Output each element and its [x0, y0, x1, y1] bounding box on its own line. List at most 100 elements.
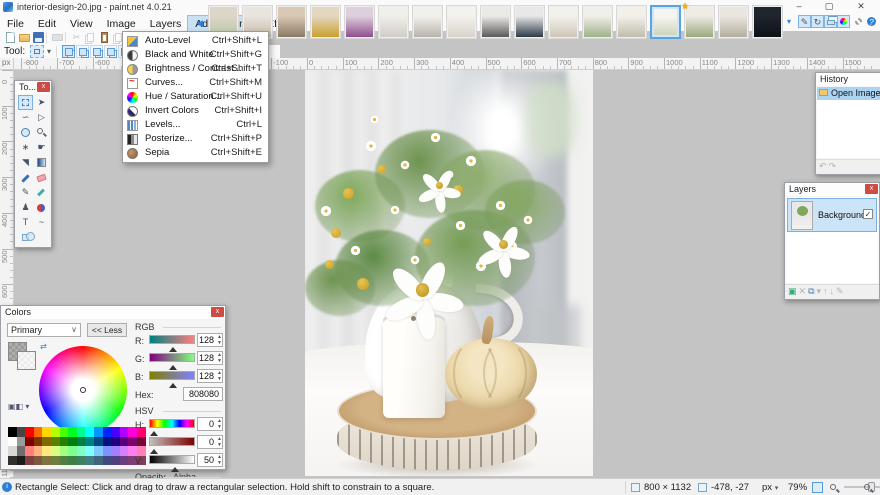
palette-swatch[interactable] [8, 427, 17, 437]
tool-paint-bucket[interactable]: ◥ [18, 155, 33, 170]
hex-value[interactable]: 808080 [183, 387, 223, 401]
palette-swatch[interactable] [68, 456, 77, 466]
tool-text[interactable]: T [18, 215, 33, 230]
redo-icon[interactable]: ↷ [829, 161, 839, 171]
palette-swatch[interactable] [103, 456, 112, 466]
maximize-button[interactable]: ▢ [818, 0, 840, 13]
palette-swatch[interactable] [103, 446, 112, 456]
cut-button[interactable]: ✂ [70, 31, 83, 44]
palette-swatch[interactable] [120, 456, 129, 466]
copy-button[interactable] [84, 31, 97, 44]
palette-swatch[interactable] [17, 437, 26, 447]
palette-swatch[interactable] [60, 446, 69, 456]
palette-swatch[interactable] [111, 437, 120, 447]
history-window-title[interactable]: History [816, 73, 880, 86]
tool-gradient[interactable] [34, 155, 49, 170]
colors-toggle-button[interactable] [837, 15, 850, 28]
palette-swatch[interactable] [8, 437, 17, 447]
undo-icon[interactable]: ↶ [819, 161, 829, 171]
image-thumbnail[interactable] [378, 5, 409, 39]
current-tool-button[interactable] [30, 45, 44, 58]
layer-row-background[interactable]: Background✓ [787, 198, 877, 232]
image-thumbnail[interactable] [344, 5, 375, 39]
palette-swatch[interactable] [34, 456, 43, 466]
layers-close-icon[interactable]: x [865, 184, 878, 194]
color-target-select[interactable]: Primary∨ [7, 323, 81, 337]
zoom-in-icon[interactable] [864, 484, 870, 490]
selection-mode-replace[interactable] [62, 45, 75, 58]
palette-swatch[interactable] [34, 446, 43, 456]
palette-swatch[interactable] [103, 437, 112, 447]
tool-color-picker[interactable] [34, 185, 49, 200]
palette-swatch[interactable] [51, 427, 60, 437]
image-thumbnail[interactable] [616, 5, 647, 39]
less-button[interactable]: << Less [87, 323, 127, 337]
tool-magic-wand[interactable]: ∗ [18, 140, 33, 155]
palette-swatch[interactable] [94, 446, 103, 456]
palette-swatch[interactable] [17, 456, 26, 466]
palette-swatch[interactable] [8, 446, 17, 456]
palette-swatch[interactable] [25, 437, 34, 447]
palette-swatch[interactable] [42, 446, 51, 456]
spinner-icon[interactable]: ▲▼ [217, 454, 222, 466]
color-wheel[interactable] [39, 346, 127, 434]
colors-window-title[interactable]: Colors [1, 306, 225, 319]
minimize-button[interactable]: – [788, 0, 810, 13]
pin-toolbar-icon[interactable]: ▾ [787, 17, 791, 26]
selection-mode-add[interactable] [76, 45, 89, 58]
palette-swatch[interactable] [51, 437, 60, 447]
image-thumbnail[interactable] [276, 5, 307, 39]
tool-ellipse-select[interactable] [18, 125, 33, 140]
tool-shapes[interactable] [18, 230, 49, 245]
tool-move-selected-pixels[interactable]: ➤ [34, 95, 49, 110]
image-thumbnail[interactable] [514, 5, 545, 39]
palette-swatch[interactable] [111, 427, 120, 437]
palette-swatch[interactable] [103, 427, 112, 437]
open-button[interactable] [18, 31, 31, 44]
save-button[interactable] [32, 31, 45, 44]
menu-item-levels[interactable]: Levels...Ctrl+L [123, 118, 268, 132]
spinner-icon[interactable]: ▲▼ [217, 370, 222, 382]
colors-close-icon[interactable]: x [211, 307, 224, 317]
image-thumbnail[interactable] [412, 5, 443, 39]
palette-swatch[interactable] [60, 456, 69, 466]
tool-lasso-select[interactable]: ∽ [18, 110, 33, 125]
palette-swatch[interactable] [85, 437, 94, 447]
spinner-icon[interactable]: ▲▼ [217, 418, 222, 430]
menu-item-hue-saturation[interactable]: Hue / Saturation...Ctrl+Shift+U [123, 90, 268, 104]
image-thumbnail[interactable] [310, 5, 341, 39]
delete-layer-icon[interactable]: ✕ [799, 286, 809, 296]
palette-swatch[interactable] [94, 437, 103, 447]
palette-swatch[interactable] [68, 446, 77, 456]
menu-item-auto-level[interactable]: Auto-LevelCtrl+Shift+L [123, 34, 268, 48]
tool-recolor[interactable] [34, 200, 49, 215]
layer-properties-icon[interactable]: ✎ [836, 286, 846, 296]
palette-menu-icons[interactable]: ▣◧ ▾ [8, 402, 29, 411]
tool-zoom[interactable] [34, 125, 49, 140]
image-thumbnail[interactable] [752, 5, 783, 39]
palette-swatch[interactable] [25, 446, 34, 456]
history-toggle-button[interactable]: ↻ [811, 15, 824, 28]
zoom-out-icon[interactable] [830, 484, 836, 490]
palette-swatch[interactable] [17, 446, 26, 456]
new-button[interactable] [4, 31, 17, 44]
image-thumbnail[interactable] [446, 5, 477, 39]
palette-swatch[interactable] [77, 427, 86, 437]
palette-swatch[interactable] [51, 446, 60, 456]
tool-line-curve[interactable]: ~ [34, 215, 49, 230]
history-item-open-image[interactable]: Open Image [817, 87, 880, 100]
image-thumbnail[interactable] [582, 5, 613, 39]
tool-eraser[interactable] [34, 170, 49, 185]
palette-swatch[interactable] [51, 456, 60, 466]
tool-pencil[interactable]: ✎ [18, 185, 33, 200]
palette-swatch[interactable] [68, 427, 77, 437]
selection-mode-intersect[interactable] [104, 45, 117, 58]
palette-swatch[interactable] [85, 446, 94, 456]
paste-button[interactable] [98, 31, 111, 44]
settings-toggle-button[interactable] [852, 15, 865, 28]
zoom-to-window-button[interactable] [812, 482, 823, 493]
palette-swatch[interactable] [77, 437, 86, 447]
tool-paintbrush[interactable] [18, 170, 33, 185]
tools-close-icon[interactable]: x [37, 82, 50, 92]
spinner-icon[interactable]: ▲▼ [217, 334, 222, 346]
